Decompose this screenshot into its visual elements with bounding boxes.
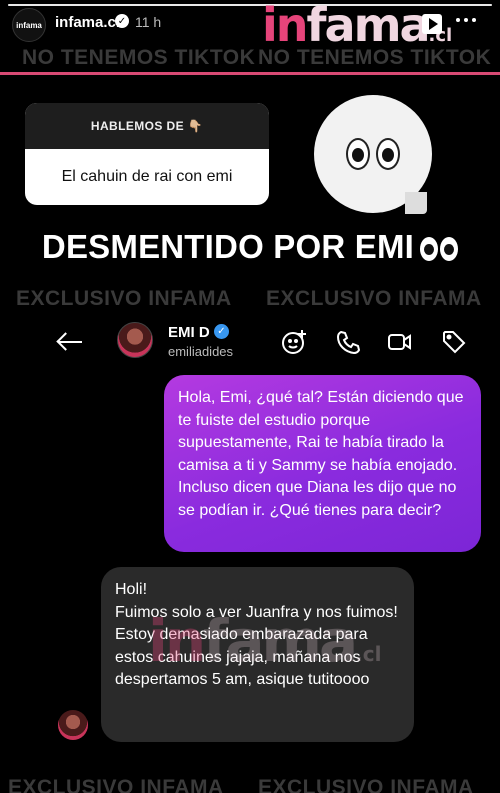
video-icon[interactable] bbox=[386, 328, 414, 356]
back-arrow-icon[interactable] bbox=[56, 332, 82, 352]
outgoing-message-bubble: Hola, Emi, ¿qué tal? Están diciendo que … bbox=[164, 375, 481, 552]
chat-contact-name[interactable]: EMI D bbox=[168, 324, 210, 341]
play-icon[interactable] bbox=[422, 14, 442, 34]
watermark-exclusive-right: EXCLUSIVO INFAMA bbox=[266, 287, 482, 310]
sticker-fold bbox=[405, 192, 427, 214]
eyes-emoji-icon bbox=[420, 237, 459, 262]
verified-badge-icon: ✓ bbox=[115, 14, 129, 28]
story-time-ago: 11 h bbox=[135, 14, 162, 30]
watermark-tiktok-left: NO TENEMOS TIKTOK bbox=[22, 46, 256, 69]
eye-right-icon bbox=[376, 138, 400, 170]
account-name[interactable]: infama.cl bbox=[55, 14, 120, 31]
incoming-sender-avatar[interactable] bbox=[58, 710, 88, 740]
verified-badge-icon: ✓ bbox=[214, 324, 229, 339]
chat-avatar[interactable] bbox=[117, 322, 153, 358]
watermark-exclusive-bottom-right: EXCLUSIVO INFAMA bbox=[258, 776, 474, 793]
eye-left-icon bbox=[346, 138, 370, 170]
brand-logo-prefix: in bbox=[262, 0, 308, 52]
accent-divider bbox=[0, 72, 500, 75]
phone-icon[interactable] bbox=[334, 328, 362, 356]
sticker-add-icon[interactable] bbox=[280, 328, 308, 356]
headline: DESMENTIDO POR EMI bbox=[0, 228, 500, 266]
watermark-exclusive-bottom-left: EXCLUSIVO INFAMA bbox=[8, 776, 224, 793]
watermark-tiktok-right: NO TENEMOS TIKTOK bbox=[258, 46, 492, 69]
brand-logo-rest: fama bbox=[306, 0, 431, 52]
chat-contact-handle: emiliadides bbox=[168, 344, 234, 359]
question-sticker-header: HABLEMOS DE 👇🏼 bbox=[25, 103, 269, 149]
watermark-exclusive-left: EXCLUSIVO INFAMA bbox=[16, 287, 232, 310]
question-sticker[interactable]: HABLEMOS DE 👇🏼 El cahuin de rai con emi bbox=[25, 103, 269, 205]
headline-text: DESMENTIDO POR EMI bbox=[41, 228, 415, 265]
question-sticker-text: El cahuin de rai con emi bbox=[61, 168, 233, 185]
more-options-icon[interactable] bbox=[456, 18, 478, 32]
incoming-message-bubble: Holi! Fuimos solo a ver Juanfra y nos fu… bbox=[101, 567, 414, 742]
account-avatar[interactable]: infama bbox=[12, 8, 46, 42]
tag-icon[interactable] bbox=[440, 328, 468, 356]
dm-chat-header: EMI D ✓ emiliadides bbox=[0, 318, 500, 366]
